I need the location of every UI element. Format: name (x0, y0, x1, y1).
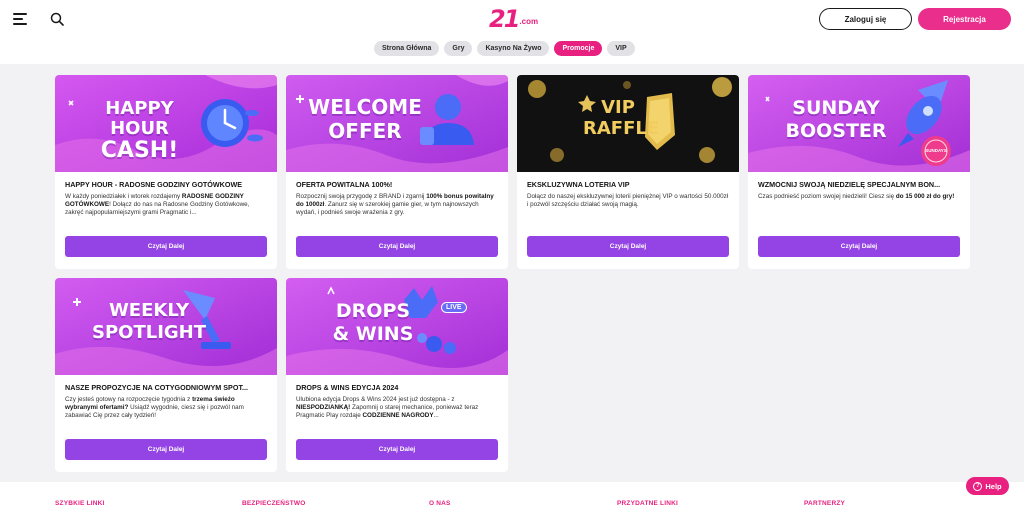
banner-line-1: SUNDAY (792, 97, 880, 119)
read-more-button[interactable]: Czytaj Dalej (758, 236, 960, 257)
banner-line-2: CASH! (100, 138, 179, 163)
promo-banner[interactable]: DROPS & WINS LIVE (286, 278, 508, 375)
help-icon: ? (973, 481, 983, 491)
footer-link-useful[interactable]: PRZYDATNE LINKI (617, 500, 678, 507)
promo-card-drops-wins: DROPS & WINS LIVE DROPS & WINS EDYCJA 20… (286, 278, 508, 472)
sundays-stamp: SUNDAYS (925, 148, 947, 153)
promo-card-vip-raffle: VIP RAFFLE EKSKLUZYWNA LOTERIA VIP Dołąc… (517, 75, 739, 269)
promo-banner[interactable]: WELCOME OFFER (286, 75, 508, 172)
promo-card-weekly-spotlight: WEEKLY SPOTLIGHT NASZE PROPOZYCJE NA COT… (55, 278, 277, 472)
banner-text: HAPPY HOUR CASH! (77, 99, 202, 163)
site-logo[interactable]: 21 .com (489, 6, 538, 32)
promo-banner[interactable]: HAPPY HOUR CASH! (55, 75, 277, 172)
tab-live-casino[interactable]: Kasyno Na Żywo (477, 41, 550, 56)
main-nav: Strona Główna Gry Kasyno Na Żywo Promocj… (374, 41, 635, 56)
banner-line-1: VIP (601, 97, 635, 118)
banner-line-1: HAPPY HOUR (105, 98, 174, 139)
footer-link-quick-links[interactable]: SZYBKIE LINKI (55, 500, 105, 507)
banner-text: SUNDAY BOOSTER (778, 97, 894, 143)
footer-link-about[interactable]: O NAS (429, 500, 451, 507)
promo-card-welcome-offer: WELCOME OFFER OFERTA POWITALNA 100%! Roz… (286, 75, 508, 269)
register-button[interactable]: Rejestracja (918, 8, 1011, 30)
banner-line-1: WELCOME (308, 95, 422, 119)
banner-line-1: WEEKLY (108, 300, 190, 321)
promo-card-happy-hour: HAPPY HOUR CASH! HAPPY HOUR - RADOSNE GO… (55, 75, 277, 269)
banner-text: WEEKLY SPOTLIGHT (79, 300, 219, 344)
read-more-button[interactable]: Czytaj Dalej (65, 236, 267, 257)
banner-line-2: & WINS (332, 323, 414, 345)
read-more-button[interactable]: Czytaj Dalej (527, 236, 729, 257)
banner-line-2: OFFER (328, 119, 402, 143)
site-header: 21 .com Zaloguj się Rejestracja Strona G… (0, 0, 1024, 64)
logo-suffix: .com (519, 17, 539, 26)
promo-description: Czas podnieść poziom swojej niedzieli! C… (758, 193, 955, 200)
promo-title: HAPPY HOUR - RADOSNE GODZINY GOTÓWKOWE (65, 180, 243, 189)
banner-line-1: DROPS (335, 300, 411, 322)
banner-line-2: SPOTLIGHT (91, 322, 207, 343)
promo-title: DROPS & WINS EDYCJA 2024 (296, 383, 399, 392)
banner-text: VIP RAFFLE (583, 97, 660, 139)
search-icon[interactable] (50, 12, 64, 26)
banner-line-2: RAFFLE (583, 118, 660, 139)
menu-icon[interactable] (13, 13, 27, 25)
footer-link-security[interactable]: BEZPIECZEŃSTWO (242, 500, 305, 507)
live-badge: LIVE (441, 302, 467, 313)
promo-card-sunday-booster: SUNDAY BOOSTER SUNDAYS WZMOCNIJ SWOJĄ NI… (748, 75, 970, 269)
help-label: Help (985, 481, 1002, 491)
promo-description: W każdy poniedziałek i wtorek rozdajemy … (65, 193, 250, 217)
promo-title: EKSKLUZYWNA LOTERIA VIP (527, 180, 630, 189)
banner-text: WELCOME OFFER (306, 95, 424, 143)
tab-home[interactable]: Strona Główna (374, 41, 440, 56)
read-more-button[interactable]: Czytaj Dalej (65, 439, 267, 460)
promo-description: Dołącz do naszej ekskluzywnej loterii pi… (527, 193, 729, 209)
site-footer: SZYBKIE LINKI BEZPIECZEŃSTWO O NAS PRZYD… (0, 482, 1024, 515)
help-button[interactable]: ? Help (966, 477, 1009, 495)
promo-title: OFERTA POWITALNA 100%! (296, 180, 393, 189)
promo-description: Czy jesteś gotowy na rozpoczęcie tygodni… (65, 396, 244, 420)
promo-banner[interactable]: VIP RAFFLE (517, 75, 739, 172)
banner-line-2: BOOSTER (785, 120, 887, 142)
promo-description: Rozpocznij swoją przygodę z BRAND i zgar… (296, 193, 494, 217)
logo-mark: 21 (489, 5, 520, 33)
login-button[interactable]: Zaloguj się (819, 8, 912, 30)
footer-link-partners[interactable]: PARTNERZY (804, 500, 845, 507)
promo-title: NASZE PROPOZYCJE NA COTYGODNIOWYM SPOT..… (65, 383, 249, 392)
tab-promotions[interactable]: Promocje (554, 41, 603, 56)
read-more-button[interactable]: Czytaj Dalej (296, 439, 498, 460)
promo-description: Ulubiona edycja Drops & Wins 2024 jest j… (296, 396, 479, 420)
promo-banner[interactable]: WEEKLY SPOTLIGHT (55, 278, 277, 375)
tab-vip[interactable]: VIP (607, 41, 635, 56)
tab-games[interactable]: Gry (444, 41, 473, 56)
banner-text: DROPS & WINS (328, 300, 418, 346)
read-more-button[interactable]: Czytaj Dalej (296, 236, 498, 257)
promo-title: WZMOCNIJ SWOJĄ NIEDZIELĘ SPECJALNYM BON.… (758, 180, 941, 189)
promo-banner[interactable]: SUNDAY BOOSTER SUNDAYS (748, 75, 970, 172)
